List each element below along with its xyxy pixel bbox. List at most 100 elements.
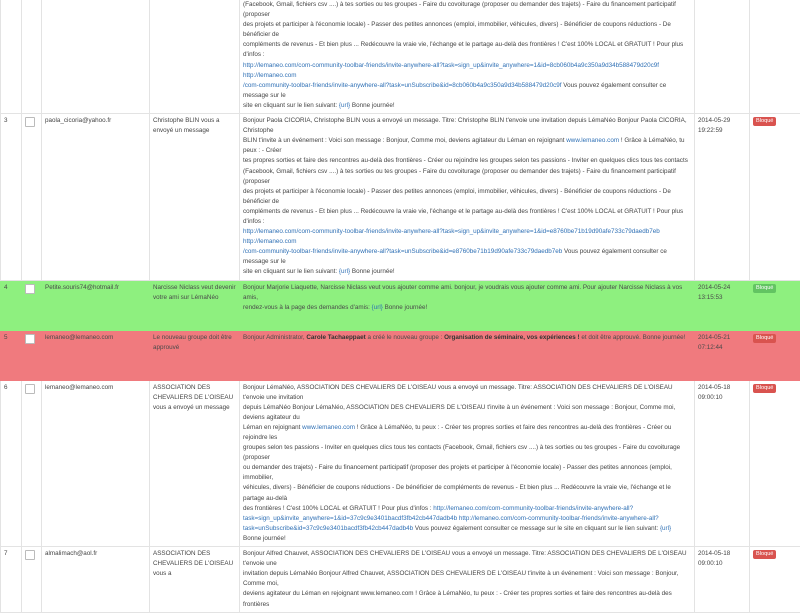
date-text: 2014-05-29 (698, 116, 746, 126)
row-number: 7 (1, 547, 22, 613)
invite-link[interactable]: http://lemaneo.com/com-community-toolbar… (243, 228, 660, 235)
status-badge[interactable]: Bloqué (753, 117, 776, 126)
row-number (1, 0, 22, 114)
row-checkbox[interactable] (25, 284, 35, 294)
row-date: 2014-05-2413:15:53 (695, 280, 750, 330)
time-text: 09:00:10 (698, 559, 746, 569)
time-text: 19:22:59 (698, 126, 746, 136)
row-subject (150, 0, 240, 114)
row-date: 2014-05-2107:12:44 (695, 330, 750, 380)
row-checkbox-cell (22, 547, 42, 613)
message-text: Bonne journée! (350, 102, 394, 109)
group-name: Organisation de séminaire, vos expérienc… (444, 334, 579, 341)
table-row: 3 paola_cicoria@yahoo.fr Christophe BLIN… (1, 114, 800, 281)
message-line: des projets et participer à l'économie l… (243, 20, 691, 40)
table-row: 4 Petite.souris74@hotmail.fr Narcisse Ni… (1, 280, 800, 330)
status-badge[interactable]: Bloqué (753, 334, 776, 343)
unsubscribe-link[interactable]: /com-community-toolbar-friends/invite-an… (243, 248, 562, 255)
row-checkbox-cell (22, 280, 42, 330)
url-link[interactable]: {url} (339, 268, 350, 275)
status-badge[interactable]: Bloqué (753, 284, 776, 293)
row-message: (Facebook, Gmail, fichiers csv ....) à t… (240, 0, 695, 114)
unsubscribe-link[interactable]: /com-community-toolbar-friends/invite-an… (243, 82, 562, 89)
message-text: Bonne journée! (350, 268, 394, 275)
lemaneo-link[interactable]: http://lemaneo.com (243, 238, 297, 245)
message-line: Bonjour Paola CICORIA, Christophe BLIN v… (243, 116, 691, 136)
lemaneo-link[interactable]: www.lemaneo.com (566, 137, 619, 144)
row-checkbox-cell (22, 380, 42, 547)
row-checkbox-cell (22, 330, 42, 380)
row-subject: Le nouveau groupe doit être approuvé (150, 330, 240, 380)
message-text: BLIN t'invite à un événement : Voici son… (243, 137, 564, 144)
message-line: Bonjour Marjorie Liaquette, Narcisse Nic… (243, 283, 691, 303)
message-text: Bonne journée! (243, 535, 286, 542)
status-badge[interactable]: Bloqué (753, 550, 776, 559)
row-from: lemaneo@lemaneo.com (42, 380, 150, 547)
unsubscribe-id-link[interactable]: id=37c9c9e3401bacdf3fb42cb447dadb4b (297, 525, 413, 532)
message-text: Bonjour Administrator, (243, 334, 306, 341)
message-line: Bonjour LémaNéo, ASSOCIATION DES CHEVALI… (243, 383, 691, 403)
row-message: Bonjour Marjorie Liaquette, Narcisse Nic… (240, 280, 695, 330)
message-line: groupes selon tes passions - Inviter en … (243, 443, 691, 463)
row-checkbox[interactable] (25, 334, 35, 344)
row-status: Bloqué (750, 380, 800, 547)
row-from: almalimach@aol.fr (42, 547, 150, 613)
message-text: Vous pouvez également consulter ce messa… (413, 525, 660, 532)
lemaneo-link[interactable]: www.lemaneo.com (302, 424, 355, 431)
url-link[interactable]: {url} (372, 304, 383, 311)
row-from (42, 0, 150, 114)
message-text: et doit être approuvé. Bonne journée! (580, 334, 686, 341)
message-line: véhicules, divers) - Bénéficier de coupo… (243, 483, 691, 503)
date-text: 2014-05-18 (698, 383, 746, 393)
table-row: 5 lemaneo@lemaneo.com Le nouveau groupe … (1, 330, 800, 380)
message-line: (Facebook, Gmail, fichiers csv ....) à t… (243, 0, 691, 20)
row-checkbox[interactable] (25, 550, 35, 560)
lemaneo-link[interactable]: http://lemaneo.com (243, 72, 297, 79)
row-subject: Narcisse Niclass veut devenir votre ami … (150, 280, 240, 330)
message-line: ou demander des trajets) - Faire du fina… (243, 463, 691, 483)
row-checkbox-cell (22, 0, 42, 114)
row-checkbox[interactable] (25, 117, 35, 127)
row-status: Bloqué (750, 547, 800, 613)
message-line: compléments de revenus - Et bien plus ..… (243, 207, 691, 227)
url-link[interactable]: {url} (660, 525, 671, 532)
time-text: 09:00:10 (698, 393, 746, 403)
message-text: Léman en rejoignant (243, 424, 302, 431)
row-from: Petite.souris74@hotmail.fr (42, 280, 150, 330)
row-checkbox-cell (22, 114, 42, 281)
message-line: compléments de revenus - Et bien plus ..… (243, 40, 691, 60)
message-text: rendez-vous à la page des demandes d'ami… (243, 304, 372, 311)
date-text: 2014-05-18 (698, 549, 746, 559)
row-date: 2014-05-2919:22:59 (695, 114, 750, 281)
message-text: site en cliquant sur le lien suivant: (243, 102, 339, 109)
row-message: Bonjour LémaNéo, ASSOCIATION DES CHEVALI… (240, 380, 695, 547)
row-subject: Christophe BLIN vous a envoyé un message (150, 114, 240, 281)
table-row: 7 almalimach@aol.fr ASSOCIATION DES CHEV… (1, 547, 800, 613)
message-line: tes propres sorties et faire des rencont… (243, 156, 691, 166)
row-number: 5 (1, 330, 22, 380)
row-status: Bloqué (750, 330, 800, 380)
row-from: paola_cicoria@yahoo.fr (42, 114, 150, 281)
date-text: 2014-05-21 (698, 333, 746, 343)
messages-table: (Facebook, Gmail, fichiers csv ....) à t… (0, 0, 800, 613)
message-text: site en cliquant sur le lien suivant: (243, 268, 339, 275)
url-link[interactable]: {url} (339, 102, 350, 109)
row-date: 2014-05-1809:00:10 (695, 547, 750, 613)
table-row: (Facebook, Gmail, fichiers csv ....) à t… (1, 0, 800, 114)
message-line: (Facebook, Gmail, fichiers csv ....) à t… (243, 167, 691, 187)
table-row: 6 lemaneo@lemaneo.com ASSOCIATION DES CH… (1, 380, 800, 547)
row-message: Bonjour Administrator, Carole Tachaeppae… (240, 330, 695, 380)
message-line: deviens agitateur du Léman en rejoignant… (243, 589, 691, 609)
row-from: lemaneo@lemaneo.com (42, 330, 150, 380)
row-subject: ASSOCIATION DES CHEVALIERS DE L'OISEAU v… (150, 380, 240, 547)
row-checkbox[interactable] (25, 384, 35, 394)
row-number: 4 (1, 280, 22, 330)
invite-link[interactable]: http://lemaneo.com/com-community-toolbar… (243, 62, 659, 69)
time-text: 07:12:44 (698, 343, 746, 353)
row-message: Bonjour Paola CICORIA, Christophe BLIN v… (240, 114, 695, 281)
row-date (695, 0, 750, 114)
message-text: a créé le nouveau groupe : (366, 334, 444, 341)
status-badge[interactable]: Bloqué (753, 384, 776, 393)
creator-name: Carole Tachaeppaet (306, 334, 365, 341)
message-text: Bonne journée! (383, 304, 427, 311)
